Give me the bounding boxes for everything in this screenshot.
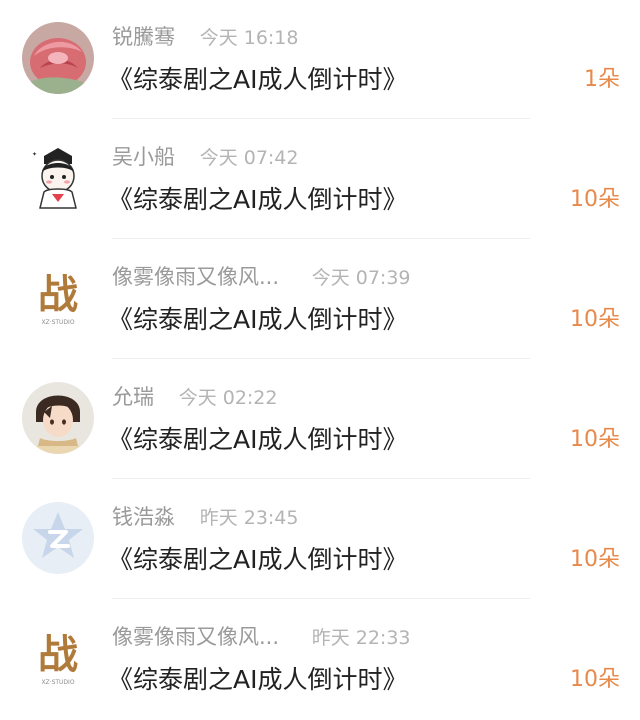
default-avatar[interactable]	[22, 502, 94, 574]
flower-count: 10朵	[570, 427, 620, 452]
work-title[interactable]: 《综泰剧之AI成人倒计时》	[108, 302, 407, 338]
user-name[interactable]: 像雾像雨又像风...	[112, 262, 279, 292]
work-title[interactable]: 《综泰剧之AI成人倒计时》	[108, 542, 407, 578]
calligraphy-subtext: XZ·STUDIO	[41, 679, 74, 686]
timestamp: 今天 07:42	[199, 147, 299, 169]
work-title[interactable]: 《综泰剧之AI成人倒计时》	[108, 182, 407, 218]
list-item[interactable]: 战 XZ·STUDIO 像雾像雨又像风... 今天 07:39 《综泰剧之AI成…	[0, 240, 640, 360]
divider	[112, 118, 530, 119]
calligraphy-glyph: 战	[38, 631, 78, 678]
work-title[interactable]: 《综泰剧之AI成人倒计时》	[108, 662, 407, 698]
divider	[112, 478, 530, 479]
gift-record-list: 锐騰骞 今天 16:18 《综泰剧之AI成人倒计时》 1朵 ✦ 吴小船 今天 0…	[0, 0, 640, 715]
divider	[112, 598, 530, 599]
user-name[interactable]: 锐騰骞	[112, 22, 175, 52]
list-item[interactable]: 战 XZ·STUDIO 像雾像雨又像风... 昨天 22:33 《综泰剧之AI成…	[0, 600, 640, 720]
svg-text:✦: ✦	[32, 151, 37, 158]
timestamp: 昨天 22:33	[311, 627, 411, 649]
flower-count: 10朵	[570, 547, 620, 572]
work-title[interactable]: 《综泰剧之AI成人倒计时》	[108, 62, 407, 98]
list-item[interactable]: 钱浩淼 昨天 23:45 《综泰剧之AI成人倒计时》 10朵	[0, 480, 640, 600]
divider	[112, 238, 530, 239]
user-name[interactable]: 像雾像雨又像风...	[112, 622, 279, 652]
divider	[112, 358, 530, 359]
calligraphy-avatar[interactable]: 战 XZ·STUDIO	[22, 262, 94, 334]
user-name[interactable]: 钱浩淼	[112, 502, 175, 532]
flower-count: 1朵	[584, 67, 620, 92]
timestamp: 昨天 23:45	[199, 507, 299, 529]
work-title[interactable]: 《综泰剧之AI成人倒计时》	[108, 422, 407, 458]
flower-count: 10朵	[570, 307, 620, 332]
flower-count: 10朵	[570, 187, 620, 212]
rose-avatar[interactable]	[22, 22, 94, 94]
timestamp: 今天 07:39	[311, 267, 411, 289]
list-item[interactable]: 允瑞 今天 02:22 《综泰剧之AI成人倒计时》 10朵	[0, 360, 640, 480]
user-name[interactable]: 吴小船	[112, 142, 175, 172]
user-name[interactable]: 允瑞	[112, 382, 154, 412]
calligraphy-avatar[interactable]: 战 XZ·STUDIO	[22, 622, 94, 694]
timestamp: 今天 16:18	[199, 27, 299, 49]
timestamp: 今天 02:22	[178, 387, 278, 409]
calligraphy-subtext: XZ·STUDIO	[41, 319, 74, 326]
list-item[interactable]: 锐騰骞 今天 16:18 《综泰剧之AI成人倒计时》 1朵	[0, 0, 640, 120]
calligraphy-glyph: 战	[38, 271, 78, 318]
anime-boy-avatar[interactable]	[22, 382, 94, 454]
flower-count: 10朵	[570, 667, 620, 692]
cartoon-avatar[interactable]: ✦	[22, 142, 94, 214]
list-item[interactable]: ✦ 吴小船 今天 07:42 《综泰剧之AI成人倒计时》 10朵	[0, 120, 640, 240]
